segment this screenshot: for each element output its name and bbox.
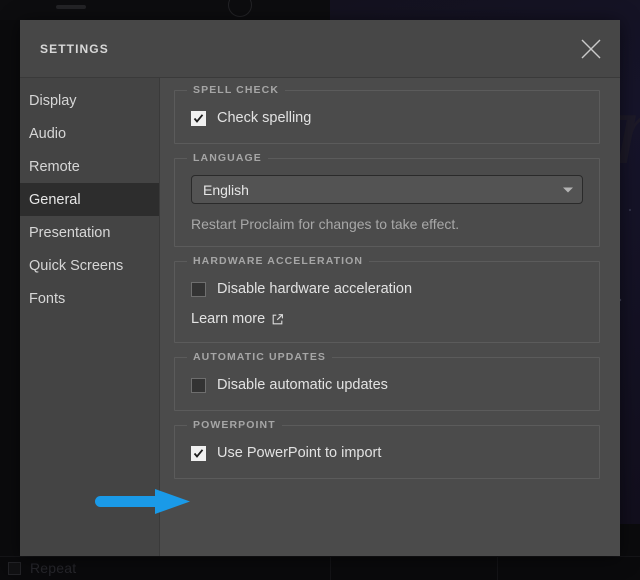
disable-automatic-updates-row[interactable]: Disable automatic updates (191, 374, 583, 396)
use-powerpoint-to-import-label: Use PowerPoint to import (217, 445, 382, 461)
background-bottom-bar: Repeat (0, 556, 640, 580)
language-select-value: English (203, 181, 249, 198)
sidebar-item-quick-screens[interactable]: Quick Screens (20, 249, 159, 282)
background-repeat-label: Repeat (30, 560, 77, 576)
disable-hardware-acceleration-label: Disable hardware acceleration (217, 281, 413, 297)
sidebar-item-fonts[interactable]: Fonts (20, 282, 159, 315)
group-legend-hardware-acceleration: HARDWARE ACCELERATION (187, 255, 370, 267)
checkmark-icon (193, 113, 204, 123)
sidebar-item-label: Display (29, 92, 77, 109)
use-powerpoint-to-import-row[interactable]: Use PowerPoint to import (191, 442, 583, 464)
background-toolbar-pill (56, 5, 86, 9)
group-legend-spell-check: SPELL CHECK (187, 84, 285, 96)
external-link-icon (272, 313, 284, 324)
disable-hardware-acceleration-checkbox[interactable] (191, 281, 206, 297)
sidebar-item-audio[interactable]: Audio (20, 117, 159, 150)
dialog-body: Display Audio Remote General Presentatio… (20, 78, 620, 556)
group-language: LANGUAGE English Restart Proclaim for ch… (174, 152, 600, 247)
sidebar-item-label: General (29, 191, 81, 208)
sidebar-item-general[interactable]: General (20, 183, 159, 216)
sidebar-item-remote[interactable]: Remote (20, 150, 159, 183)
settings-content-panel: SPELL CHECK Check spelling LANGUAGE Engl… (160, 78, 620, 556)
group-body-automatic-updates: Disable automatic updates (191, 362, 583, 396)
disable-automatic-updates-checkbox[interactable] (191, 377, 206, 393)
check-spelling-checkbox[interactable] (191, 110, 206, 126)
group-hardware-acceleration: HARDWARE ACCELERATION Disable hardware a… (174, 255, 600, 343)
close-icon (581, 39, 601, 58)
sidebar-item-label: Remote (29, 158, 80, 175)
sidebar-item-presentation[interactable]: Presentation (20, 216, 159, 249)
background-repeat-checkbox (8, 561, 21, 575)
close-button[interactable] (562, 20, 620, 77)
settings-sidebar: Display Audio Remote General Presentatio… (20, 78, 160, 556)
dialog-titlebar: SETTINGS (20, 20, 620, 78)
background-bottom-divider-1 (330, 556, 331, 580)
group-powerpoint: POWERPOINT Use PowerPoint to import (174, 419, 600, 479)
group-body-hardware-acceleration: Disable hardware acceleration Learn more (191, 266, 583, 328)
sidebar-item-display[interactable]: Display (20, 84, 159, 117)
page-title: SETTINGS (40, 41, 109, 56)
check-spelling-row[interactable]: Check spelling (191, 107, 583, 129)
language-helper-text: Restart Proclaim for changes to take eff… (191, 216, 460, 232)
group-legend-powerpoint: POWERPOINT (187, 419, 282, 431)
sidebar-item-label: Audio (29, 125, 67, 142)
settings-dialog: SETTINGS Display Audio Remote General Pr… (20, 20, 620, 556)
group-spell-check: SPELL CHECK Check spelling (174, 84, 600, 144)
sidebar-item-label: Fonts (29, 290, 66, 307)
group-legend-language: LANGUAGE (187, 152, 268, 164)
sidebar-item-label: Quick Screens (29, 257, 124, 274)
disable-automatic-updates-label: Disable automatic updates (217, 377, 388, 393)
background-bottom-divider-2 (497, 556, 498, 580)
chevron-down-icon (563, 187, 573, 192)
group-legend-automatic-updates: AUTOMATIC UPDATES (187, 351, 333, 363)
check-spelling-label: Check spelling (217, 110, 312, 126)
group-body-powerpoint: Use PowerPoint to import (191, 430, 583, 464)
background-toolbar-circle-icon (228, 0, 252, 17)
sidebar-item-label: Presentation (29, 224, 111, 241)
disable-hardware-acceleration-row[interactable]: Disable hardware acceleration (191, 278, 583, 300)
powerpoint-checkbox[interactable] (191, 445, 206, 461)
checkmark-icon (193, 448, 204, 458)
language-select[interactable]: English (191, 175, 583, 204)
background-repeat-row: Repeat (8, 556, 76, 580)
group-body-spell-check: Check spelling (191, 95, 583, 129)
background-toolbar (0, 0, 330, 20)
group-body-language: English Restart Proclaim for changes to … (191, 163, 583, 232)
group-automatic-updates: AUTOMATIC UPDATES Disable automatic upda… (174, 351, 600, 411)
learn-more-label: Learn more (191, 311, 266, 327)
learn-more-link[interactable]: Learn more (191, 311, 284, 327)
